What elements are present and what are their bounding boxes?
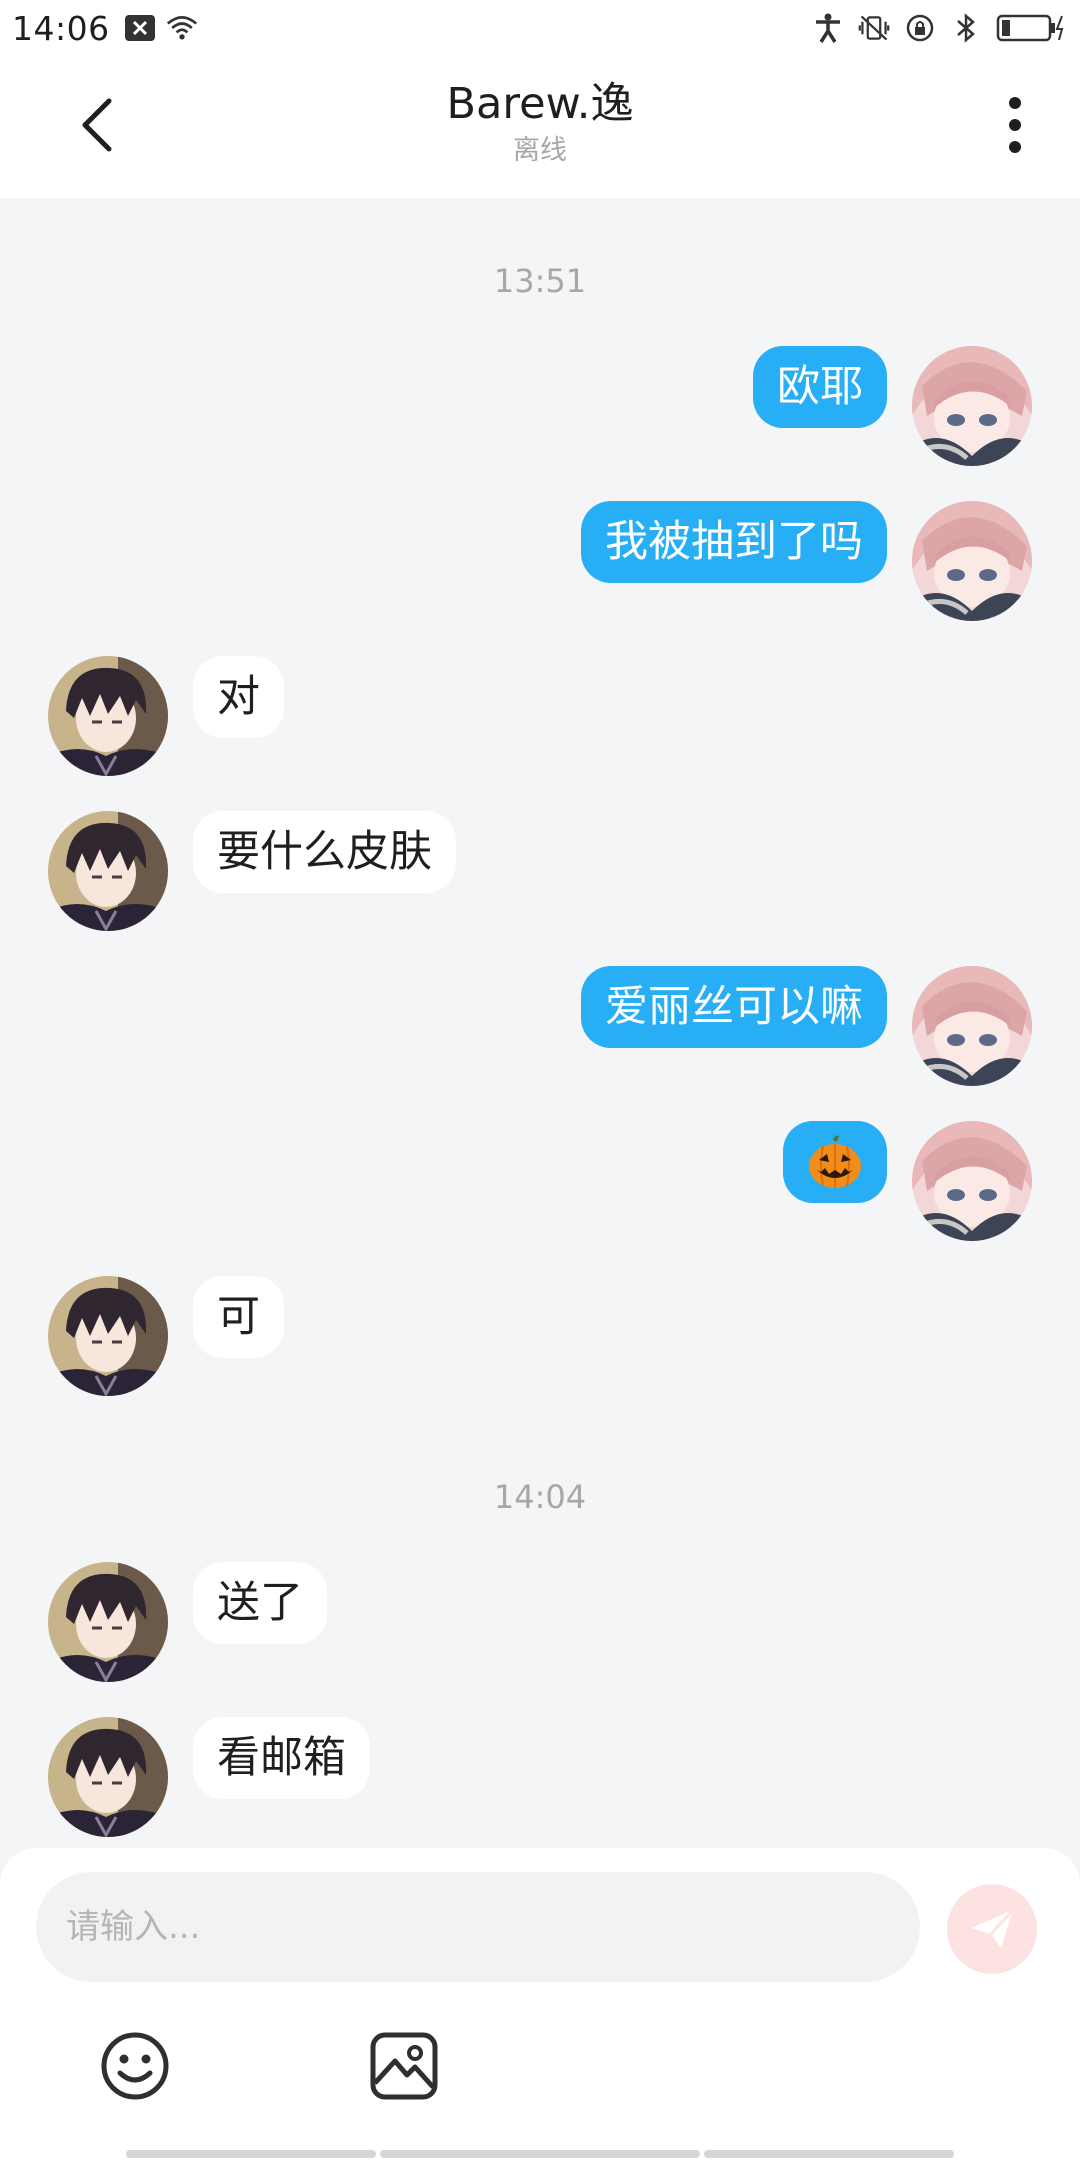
- message-bubble-incoming[interactable]: 送了: [193, 1562, 327, 1644]
- timestamp: 14:04: [493, 1478, 587, 1516]
- message-bubble-outgoing[interactable]: 我被抽到了吗: [581, 501, 887, 583]
- status-bar: 14:06: [0, 0, 1080, 56]
- message-row: 爱丽丝可以嘛: [0, 966, 1080, 1086]
- message-bubble-incoming[interactable]: 对: [193, 656, 284, 738]
- emoji-icon: [101, 2032, 169, 2100]
- avatar[interactable]: [912, 501, 1032, 621]
- more-vertical-icon: [1009, 97, 1021, 153]
- image-icon: [370, 2032, 438, 2100]
- gesture-bar-segment: [704, 2150, 954, 2158]
- chat-title-block: Barew.逸 离线: [240, 76, 840, 168]
- avatar[interactable]: [48, 1276, 168, 1396]
- message-row: 送了: [0, 1562, 1080, 1682]
- avatar[interactable]: [912, 1121, 1032, 1241]
- message-bubble-outgoing[interactable]: 欧耶: [753, 346, 887, 428]
- avatar[interactable]: [48, 1717, 168, 1837]
- back-button[interactable]: [62, 90, 132, 160]
- gesture-bar-segment: [380, 2150, 700, 2158]
- message-bubble-incoming[interactable]: 要什么皮肤: [193, 811, 456, 893]
- status-time: 14:06: [12, 8, 110, 48]
- chat-header: Barew.逸 离线: [0, 56, 1080, 198]
- message-row: 欧耶: [0, 346, 1080, 466]
- jack-o-lantern-icon: [809, 1135, 861, 1188]
- avatar[interactable]: [48, 811, 168, 931]
- avatar[interactable]: [912, 346, 1032, 466]
- rotation-lock-icon: [904, 12, 936, 44]
- message-input[interactable]: [36, 1872, 920, 1982]
- message-row: 对: [0, 656, 1080, 776]
- bluetooth-icon: [950, 12, 982, 44]
- message-row: 看邮箱: [0, 1717, 1080, 1837]
- message-composer: [0, 1848, 1080, 2160]
- message-bubble-incoming[interactable]: 可: [193, 1276, 284, 1358]
- message-row: 可: [0, 1276, 1080, 1396]
- avatar[interactable]: [48, 1562, 168, 1682]
- accessibility-icon: [812, 12, 844, 44]
- message-row: 我被抽到了吗: [0, 501, 1080, 621]
- wifi-icon: [166, 12, 198, 44]
- message-list[interactable]: 13:51 欧耶 我被抽到了吗 对 要什么皮肤 爱丽丝可以嘛 可 14:04 送…: [0, 198, 1080, 1850]
- paper-plane-icon: [971, 1908, 1015, 1948]
- vibrate-mute-icon: [858, 12, 890, 44]
- contact-status: 离线: [513, 135, 567, 166]
- message-row: 要什么皮肤: [0, 811, 1080, 931]
- gesture-bar-segment: [126, 2150, 376, 2158]
- avatar[interactable]: [48, 656, 168, 776]
- chevron-left-icon: [82, 98, 112, 152]
- notification-close-icon: [124, 12, 156, 44]
- message-bubble-incoming[interactable]: 看邮箱: [193, 1717, 370, 1799]
- emoji-button[interactable]: [99, 2030, 171, 2102]
- image-button[interactable]: [368, 2030, 440, 2102]
- message-bubble-outgoing[interactable]: [783, 1121, 887, 1203]
- avatar[interactable]: [912, 966, 1032, 1086]
- more-options-button[interactable]: [990, 90, 1040, 160]
- contact-name: Barew.逸: [446, 79, 634, 129]
- message-bubble-outgoing[interactable]: 爱丽丝可以嘛: [581, 966, 887, 1048]
- battery-icon: [996, 12, 1068, 44]
- send-button[interactable]: [947, 1884, 1037, 1974]
- timestamp: 13:51: [493, 262, 587, 300]
- message-row: [0, 1121, 1080, 1241]
